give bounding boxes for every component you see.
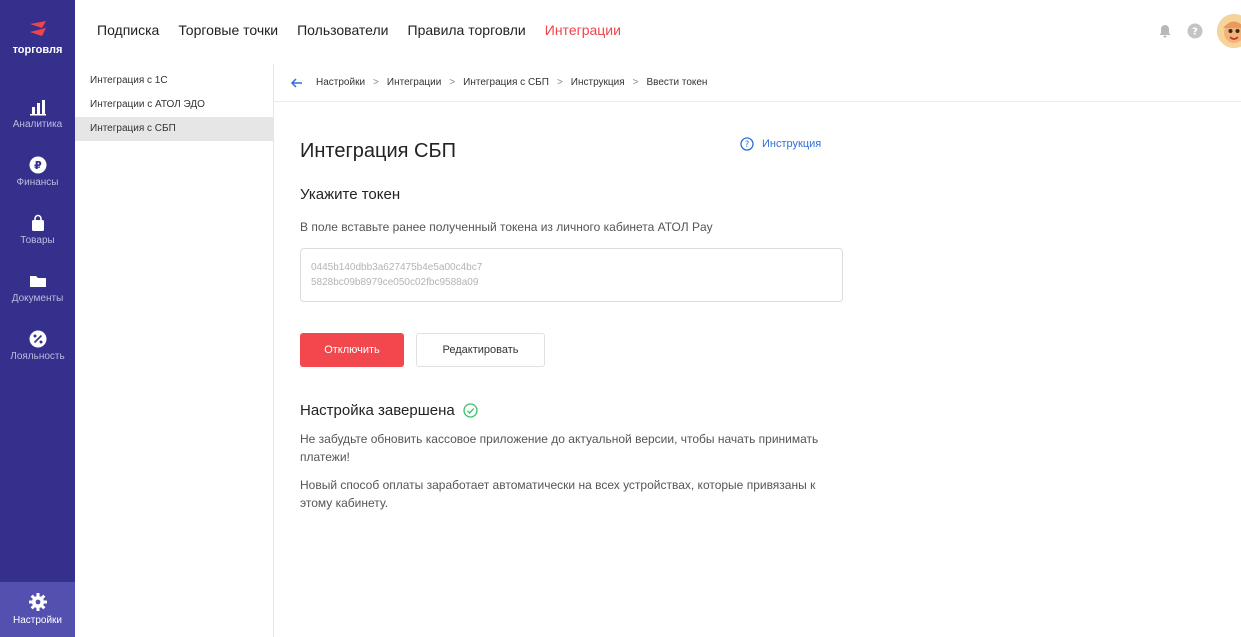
gear-icon bbox=[28, 593, 47, 611]
subnav-item-sbp[interactable]: Интеграция с СБП bbox=[75, 117, 273, 141]
instruction-link[interactable]: ? Инструкция bbox=[740, 137, 821, 151]
token-line: 5828bc09b8979ce050c02fbc9588a09 bbox=[311, 277, 479, 288]
rail-item-goods[interactable]: Товары bbox=[0, 214, 75, 246]
rail-item-label: Финансы bbox=[16, 177, 59, 188]
setup-complete-title: Настройка завершена bbox=[300, 402, 478, 419]
setup-complete-label: Настройка завершена bbox=[300, 402, 455, 419]
breadcrumb-item[interactable]: Инструкция bbox=[571, 77, 625, 88]
update-app-notice: Не забудьте обновить кассовое приложение… bbox=[300, 432, 819, 464]
tab-subscription[interactable]: Подписка bbox=[97, 22, 159, 38]
question-circle-icon: ? bbox=[740, 137, 754, 151]
avatar[interactable] bbox=[1217, 14, 1241, 48]
disable-button[interactable]: Отключить bbox=[300, 333, 404, 367]
section-title: Укажите токен bbox=[300, 186, 401, 203]
brand-logo-icon bbox=[29, 21, 46, 36]
breadcrumb: Настройки > Интеграции > Интеграция с СБ… bbox=[274, 64, 1241, 102]
edit-button[interactable]: Редактировать bbox=[416, 333, 545, 367]
instruction-link-label: Инструкция bbox=[762, 138, 822, 150]
top-right-controls: ? bbox=[1157, 14, 1241, 48]
token-hint: В поле вставьте ранее полученный токена … bbox=[300, 220, 713, 234]
tab-stores[interactable]: Торговые точки bbox=[178, 22, 278, 38]
integrations-subnav: Интеграция с 1С Интеграции с АТОЛ ЭДО Ин… bbox=[75, 64, 274, 637]
rail-item-analytics[interactable]: Аналитика bbox=[0, 98, 75, 130]
bar-chart-icon bbox=[29, 100, 46, 116]
breadcrumb-separator: > bbox=[632, 77, 639, 88]
breadcrumb-separator: > bbox=[556, 77, 563, 88]
rail-item-label: Аналитика bbox=[12, 119, 63, 130]
tab-trade-rules[interactable]: Правила торговли bbox=[408, 22, 526, 38]
svg-text:₽: ₽ bbox=[34, 159, 42, 172]
token-line: 0445b140dbb3a627475b4e5a00c4bc7 bbox=[311, 262, 483, 273]
tab-users[interactable]: Пользователи bbox=[297, 22, 388, 38]
svg-text:?: ? bbox=[745, 140, 750, 150]
breadcrumb-item[interactable]: Интеграция с СБП bbox=[463, 77, 549, 88]
breadcrumb-item-current: Ввести токен bbox=[646, 77, 708, 88]
subnav-item-1c[interactable]: Интеграция с 1С bbox=[75, 69, 273, 93]
auto-payment-notice: Новый способ оплаты заработает автоматич… bbox=[300, 478, 816, 510]
rail-item-label: Товары bbox=[20, 235, 55, 246]
top-navigation: Подписка Торговые точки Пользователи Пра… bbox=[75, 0, 1241, 64]
rail-item-label: Документы bbox=[11, 293, 64, 304]
shopping-bag-icon bbox=[31, 214, 44, 231]
rail-item-label: Лояльность bbox=[10, 351, 65, 362]
back-arrow-icon[interactable] bbox=[290, 76, 304, 90]
rail-item-documents[interactable]: Документы bbox=[0, 272, 75, 304]
check-circle-icon bbox=[463, 403, 478, 418]
brand-name: торговля bbox=[12, 44, 63, 56]
breadcrumb-item[interactable]: Настройки bbox=[316, 77, 365, 88]
breadcrumb-item[interactable]: Интеграции bbox=[387, 77, 441, 88]
token-field[interactable]: 0445b140dbb3a627475b4e5a00c4bc7 5828bc09… bbox=[300, 248, 843, 302]
help-icon[interactable]: ? bbox=[1187, 23, 1203, 39]
breadcrumb-separator: > bbox=[373, 77, 379, 88]
bell-icon[interactable] bbox=[1157, 23, 1173, 39]
user-avatar-icon bbox=[1217, 14, 1241, 48]
main-sidebar: торговля Аналитика ₽ Финансы Товары Доку… bbox=[0, 0, 75, 637]
svg-text:?: ? bbox=[1192, 27, 1198, 38]
brand-logo[interactable]: торговля bbox=[0, 18, 75, 56]
subnav-item-atol-edo[interactable]: Интеграции с АТОЛ ЭДО bbox=[75, 93, 273, 117]
rail-item-settings[interactable]: Настройки bbox=[0, 582, 75, 637]
top-tabs: Подписка Торговые точки Пользователи Пра… bbox=[97, 22, 640, 38]
rail-item-label: Настройки bbox=[12, 615, 63, 626]
rail-item-finance[interactable]: ₽ Финансы bbox=[0, 156, 75, 188]
tab-integrations[interactable]: Интеграции bbox=[545, 22, 621, 38]
breadcrumb-separator: > bbox=[449, 77, 456, 88]
page-title: Интеграция СБП bbox=[300, 140, 456, 162]
rail-item-loyalty[interactable]: Лояльность bbox=[0, 330, 75, 362]
ruble-coin-icon: ₽ bbox=[29, 156, 46, 174]
percent-badge-icon bbox=[29, 330, 46, 348]
folder-icon bbox=[29, 276, 46, 287]
